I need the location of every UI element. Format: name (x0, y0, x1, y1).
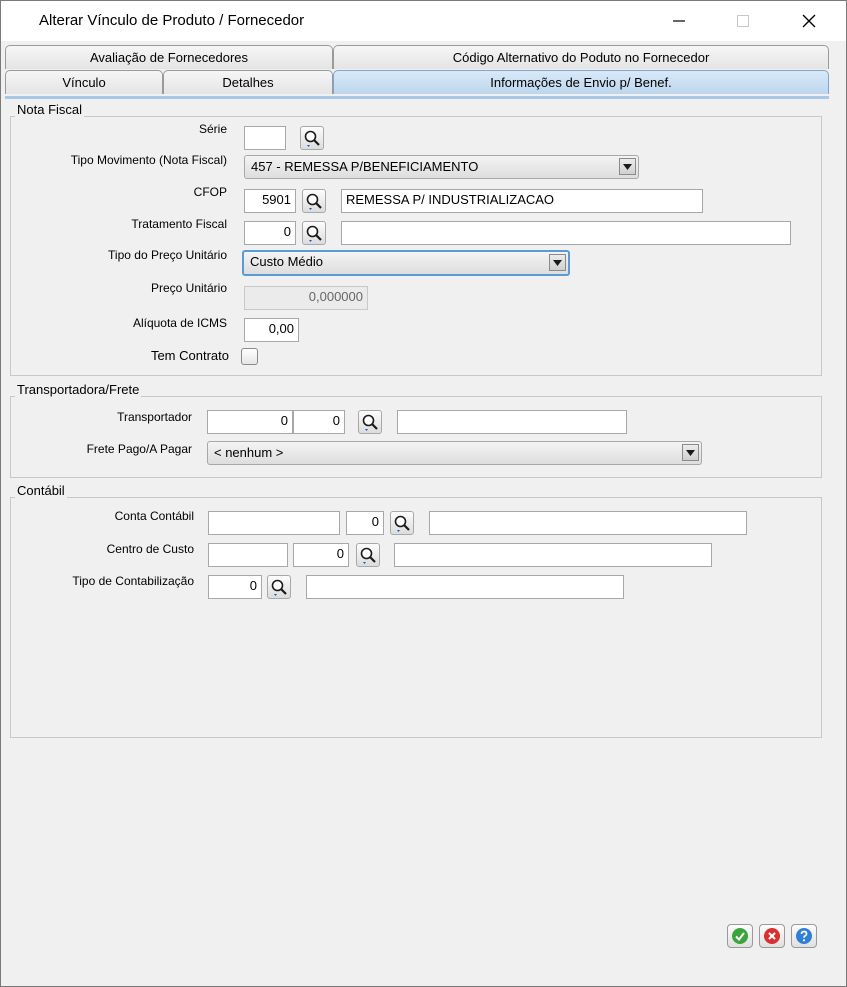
tab-underline (5, 96, 829, 99)
centro-custo-lookup-button[interactable] (356, 543, 380, 567)
transportador-lookup-button[interactable] (358, 410, 382, 434)
help-icon (796, 928, 812, 944)
tipo-movimento-dropdown-arrow[interactable] (619, 158, 636, 175)
chevron-down-icon (623, 163, 632, 170)
preco-unitario-input: 0,000000 (244, 286, 368, 310)
tipo-preco-select[interactable]: Custo Médio (242, 250, 570, 276)
frete-dropdown-arrow[interactable] (682, 444, 699, 461)
confirm-icon (732, 928, 748, 944)
tab-label: Avaliação de Fornecedores (89, 50, 249, 65)
tratamento-fiscal-description-input[interactable] (341, 221, 791, 245)
magnifier-icon (271, 579, 287, 596)
cfop-label: CFOP (193, 185, 227, 199)
serie-input[interactable] (244, 126, 286, 150)
aliquota-icms-label: Alíquota de ICMS (132, 316, 227, 330)
conta-contabil-account-input[interactable] (208, 511, 340, 535)
minimize-icon (673, 20, 685, 22)
minimize-button[interactable] (657, 7, 701, 35)
confirm-button[interactable] (727, 924, 753, 948)
aliquota-icms-input[interactable]: 0,00 (244, 318, 299, 342)
tab-label: Informações de Envio p/ Benef. (490, 75, 672, 90)
close-button[interactable] (787, 7, 831, 35)
preco-unitario-label: Preço Unitário (150, 281, 227, 295)
cfop-code-input[interactable]: 5901 (244, 189, 296, 213)
maximize-icon (737, 15, 749, 27)
magnifier-icon (304, 130, 320, 147)
tipo-movimento-label: Tipo Movimento (Nota Fiscal) (70, 153, 227, 167)
tratamento-fiscal-label: Tratamento Fiscal (131, 217, 227, 231)
tipo-contabilizacao-label: Tipo de Contabilização (72, 574, 194, 588)
magnifier-icon (360, 547, 376, 564)
tab-codigo-alternativo[interactable]: Código Alternativo do Poduto no Forneced… (333, 45, 829, 69)
cfop-lookup-button[interactable] (302, 189, 326, 213)
magnifier-icon (306, 193, 322, 210)
transportador-code1-input[interactable]: 0 (207, 410, 293, 434)
frete-label: Frete Pago/A Pagar (86, 442, 192, 456)
centro-custo-account-input[interactable] (208, 543, 288, 567)
tratamento-fiscal-lookup-button[interactable] (302, 221, 326, 245)
conta-contabil-lookup-button[interactable] (390, 511, 414, 535)
tipo-movimento-value: 457 - REMESSA P/BENEFICIAMENTO (251, 159, 479, 174)
centro-custo-description-input[interactable] (394, 543, 712, 567)
tipo-contabilizacao-description-input[interactable] (306, 575, 624, 599)
tab-label: Vínculo (62, 75, 106, 90)
tipo-movimento-select[interactable]: 457 - REMESSA P/BENEFICIAMENTO (244, 155, 639, 179)
frete-select[interactable]: < nenhum > (207, 441, 702, 465)
title-bar: Alterar Vínculo de Produto / Fornecedor (1, 1, 846, 41)
cancel-button[interactable] (759, 924, 785, 948)
serie-lookup-button[interactable] (300, 126, 324, 150)
transportador-label: Transportador (117, 410, 192, 424)
contabil-legend: Contábil (15, 483, 67, 498)
tratamento-fiscal-code-input[interactable]: 0 (244, 221, 296, 245)
tab-vinculo[interactable]: Vínculo (5, 70, 163, 94)
serie-label: Série (198, 122, 227, 136)
magnifier-icon (394, 515, 410, 532)
conta-contabil-description-input[interactable] (429, 511, 747, 535)
transportadora-legend: Transportadora/Frete (15, 382, 142, 397)
tipo-contabilizacao-lookup-button[interactable] (267, 575, 291, 599)
tem-contrato-label: Tem Contrato (150, 348, 229, 363)
window-title: Alterar Vínculo de Produto / Fornecedor (39, 12, 305, 29)
tipo-preco-label: Tipo do Preço Unitário (108, 248, 227, 262)
close-icon (802, 14, 816, 28)
tab-avaliacao-fornecedores[interactable]: Avaliação de Fornecedores (5, 45, 333, 69)
magnifier-icon (306, 225, 322, 242)
centro-custo-code-input[interactable]: 0 (293, 543, 349, 567)
maximize-button[interactable] (721, 7, 765, 35)
chevron-down-icon (686, 449, 695, 456)
nota-fiscal-legend: Nota Fiscal (15, 102, 85, 117)
chevron-down-icon (553, 259, 562, 266)
cancel-icon (764, 928, 780, 944)
magnifier-icon (362, 414, 378, 431)
tab-label: Código Alternativo do Poduto no Forneced… (452, 50, 710, 65)
conta-contabil-label: Conta Contábil (114, 509, 194, 523)
frete-value: < nenhum > (214, 445, 284, 460)
centro-custo-label: Centro de Custo (106, 542, 194, 556)
tem-contrato-checkbox[interactable] (241, 348, 258, 365)
transportador-name-input[interactable] (397, 410, 627, 434)
cfop-description-input[interactable]: REMESSA P/ INDUSTRIALIZACAO (341, 189, 703, 213)
tab-informacoes-envio[interactable]: Informações de Envio p/ Benef. (333, 70, 829, 94)
tipo-contabilizacao-code-input[interactable]: 0 (208, 575, 262, 599)
tab-label: Detalhes (222, 75, 274, 90)
conta-contabil-code-input[interactable]: 0 (346, 511, 384, 535)
help-button[interactable] (791, 924, 817, 948)
tab-detalhes[interactable]: Detalhes (163, 70, 333, 94)
dialog-window: Alterar Vínculo de Produto / Fornecedor … (0, 0, 847, 987)
tipo-preco-value: Custo Médio (250, 254, 323, 269)
transportadora-group (10, 396, 822, 478)
tipo-preco-dropdown-arrow[interactable] (549, 254, 566, 271)
transportador-code2-input[interactable]: 0 (293, 410, 345, 434)
